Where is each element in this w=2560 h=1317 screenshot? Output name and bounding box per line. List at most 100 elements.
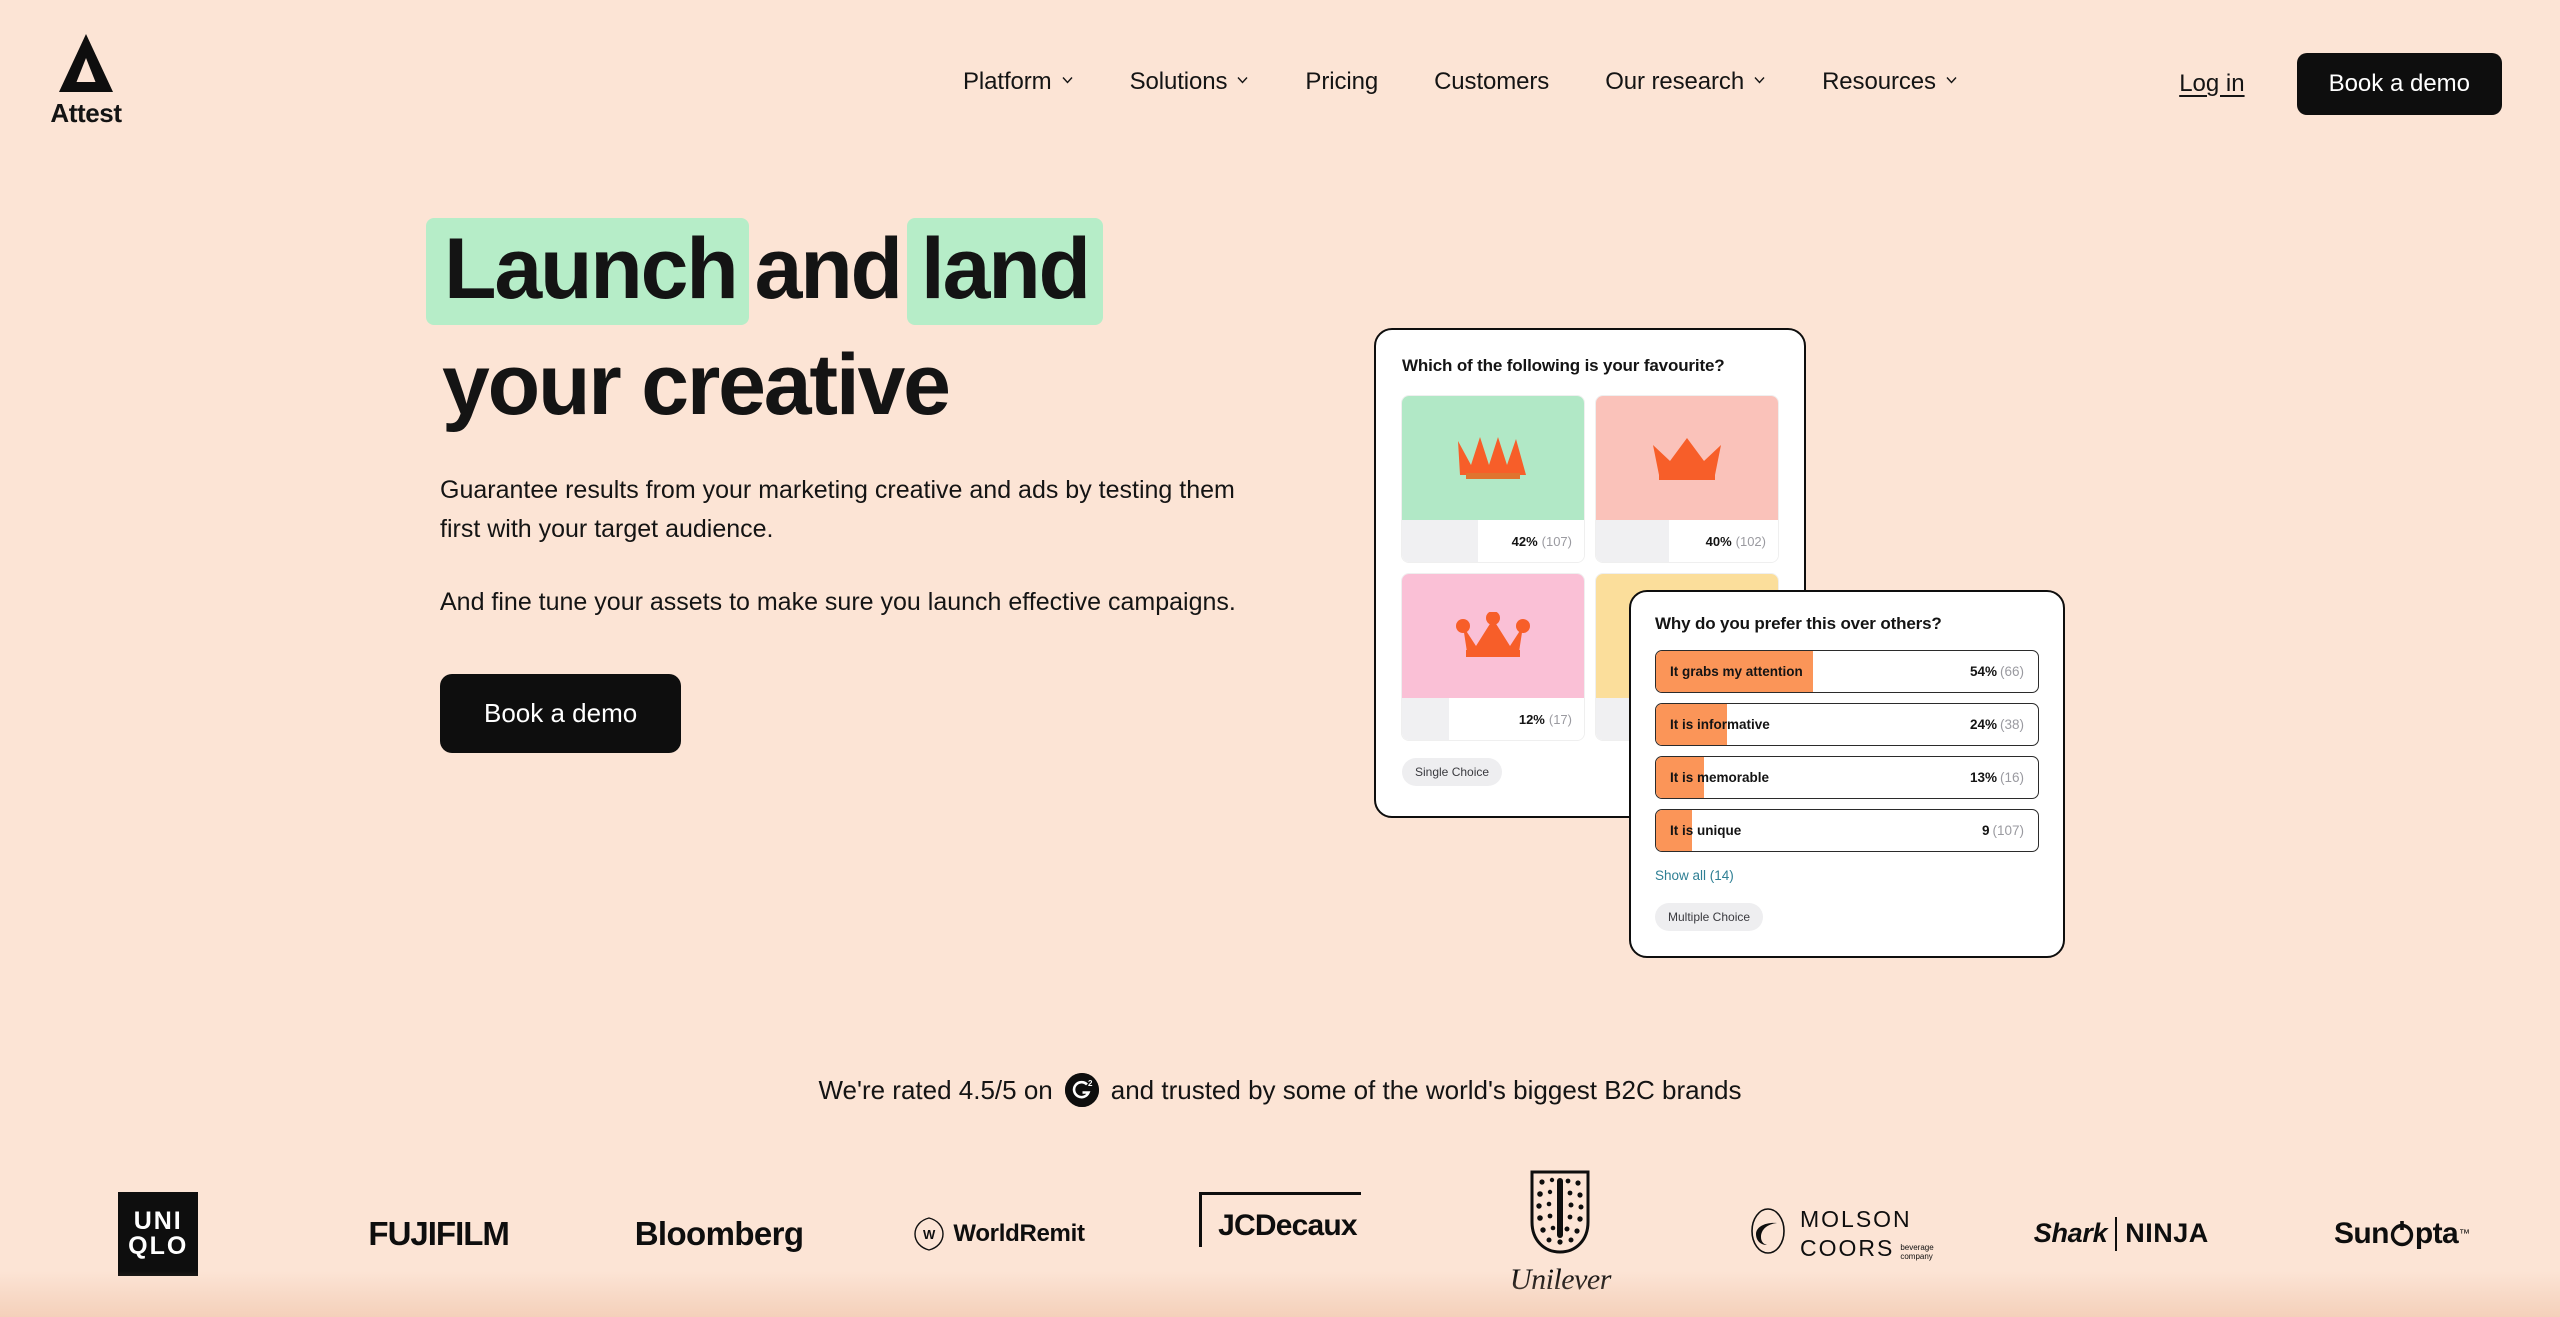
molson-coors-wordmark: MOLSON COORS beverage company [1800,1205,1934,1261]
headline-plain-and: and [754,221,904,317]
jcdecaux-wordmark: JCDecaux [1199,1192,1361,1247]
bar-count: (38) [1999,717,2024,732]
primary-nav: Platform Solutions Pricing Customers Our… [935,62,1986,102]
survey-bar-row[interactable]: It is informative 24% (38) [1655,703,2039,746]
bar-count: (16) [1999,770,2024,785]
bar-count: (107) [1992,823,2024,838]
g2-badge-icon: 2 [1064,1073,1099,1107]
login-link[interactable]: Log in [2179,70,2244,98]
option-stat: 40% (102) [1596,520,1778,562]
sharkninja-lockup: Shark NINJA [2033,1216,2209,1251]
molson-tagline: beverage company [1900,1243,1933,1261]
site-header: Attest Platform Solutions Pricing Custom… [0,0,2560,170]
survey-question: Why do you prefer this over others? [1655,614,1942,633]
option-count: (17) [1548,711,1572,727]
hero-cta-wrapper: Book a demo [440,674,1300,754]
brand-logo-unilever: Unilever [1420,1170,1700,1297]
sunopta-wordmark-a: Sun [2333,1216,2389,1250]
rating-suffix: and trusted by some of the world's bigge… [1110,1074,1742,1105]
nav-item-solutions[interactable]: Solutions [1102,62,1278,102]
brand-logo-sunopta: Sun pta ™ [2262,1217,2542,1251]
chevron-down-icon [1061,73,1074,86]
option-count: (102) [1735,533,1766,549]
show-all-link[interactable]: Show all (14) [1655,868,1734,883]
bar-percent: 13% [1969,770,1997,785]
sunopta-wordmark-b: pta [2414,1216,2459,1250]
option-bar-fill [1402,520,1479,562]
brand-logo[interactable]: Attest [36,32,136,129]
crown-ball-icon [1456,612,1530,660]
sunopta-trademark: ™ [2459,1227,2470,1240]
survey-bar-row[interactable]: It is unique 9 (107) [1655,809,2039,852]
hero-content: Launch and land your creative Guarantee re… [426,218,1300,754]
bar-percent: 24% [1969,717,1997,732]
bar-value: 54% (66) [1970,664,2038,679]
survey-bar-row[interactable]: It is memorable 13% (16) [1655,756,2039,799]
brand-logo-bloomberg: Bloomberg [579,1215,859,1253]
bar-value: 13% (16) [1970,770,2038,785]
option-image [1596,396,1778,520]
sunopta-lockup: Sun pta ™ [2333,1216,2470,1251]
nav-item-pricing[interactable]: Pricing [1277,62,1406,102]
molson-tagline-2: company [1900,1252,1933,1262]
svg-text:W: W [923,1227,936,1242]
survey-option-tile[interactable]: 40% (102) [1596,396,1778,562]
nav-item-customers[interactable]: Customers [1406,62,1577,102]
bar-percent: 54% [1969,664,1997,679]
unilever-wordmark: Unilever [1509,1263,1611,1296]
nav-item-our-research[interactable]: Our research [1577,62,1794,102]
nav-item-platform[interactable]: Platform [935,62,1102,102]
unilever-u-icon [1526,1170,1594,1261]
triangle-logo-icon [57,32,115,94]
option-percent: 40% [1705,533,1732,549]
worldremit-wordmark: WorldRemit [953,1219,1085,1247]
survey-option-tile[interactable]: 42% (107) [1402,396,1584,562]
molson-line-2: COORS [1799,1234,1895,1261]
option-percent: 42% [1511,533,1538,549]
page-title: Launch and land your creative [426,218,1300,434]
worldremit-badge-icon: W [914,1216,945,1251]
survey-option-tile[interactable]: 12% (17) [1402,574,1584,740]
unilever-lockup: Unilever [1510,1170,1611,1297]
shark-wordmark: Shark [2033,1218,2108,1248]
nav-label: Resources [1822,68,1936,95]
chevron-down-icon [1753,73,1766,86]
headline-line-2: your creative [442,337,951,434]
option-count: (107) [1541,533,1572,549]
ninja-wordmark: NINJA [2125,1218,2209,1248]
brand-logo-sharkninja: Shark NINJA [1981,1216,2261,1251]
nav-label: Platform [963,68,1052,95]
header-actions: Log in Book a demo [2179,53,2502,115]
option-stat: 42% (107) [1402,520,1584,562]
brand-logo-strip: UNI QLO FUJIFILM Bloomberg W WorldRemit … [0,1150,2560,1317]
nav-item-resources[interactable]: Resources [1794,62,1986,102]
bar-label: It is unique [1670,823,1742,838]
chevron-down-icon [1236,73,1249,86]
rating-prefix: We're rated 4.5/5 on [818,1074,1053,1105]
option-stat-label: 42% (107) [1512,534,1572,549]
brand-logo-molson-coors: MOLSON COORS beverage company [1701,1205,1981,1261]
header-book-demo-button[interactable]: Book a demo [2296,53,2502,115]
option-stat-label: 40% (102) [1706,534,1766,549]
survey-type-tag: Multiple Choice [1655,903,1764,931]
hero-paragraph-1: Guarantee results from your marketing cr… [440,476,1235,544]
brand-name: Attest [50,98,122,128]
brand-logo-uniqlo: UNI QLO [18,1191,298,1276]
survey-card-multiple-choice: Why do you prefer this over others? It g… [1629,590,2065,958]
sunopta-o-icon [2389,1217,2415,1251]
bar-count: (66) [1999,664,2024,679]
molson-coors-lockup: MOLSON COORS beverage company [1748,1205,1934,1261]
hero-book-demo-button[interactable]: Book a demo [440,674,682,754]
headline-line-1: Launch and land [426,218,1300,326]
molson-crescent-icon [1748,1207,1788,1260]
survey-question: Which of the following is your favourite… [1402,356,1725,375]
survey-bar-row[interactable]: It grabs my attention 54% (66) [1655,650,2039,693]
option-image [1402,574,1584,698]
survey-bar-list: It grabs my attention 54% (66) It is info… [1655,650,2039,852]
nav-label: Pricing [1305,68,1379,95]
hero-paragraph-2: And fine tune your assets to make sure y… [440,588,1236,617]
nav-label: Our research [1605,68,1745,95]
brand-logo-jcdecaux: JCDecaux [1140,1192,1420,1247]
bar-value: 24% (38) [1970,717,2038,732]
option-bar-fill [1402,698,1450,740]
